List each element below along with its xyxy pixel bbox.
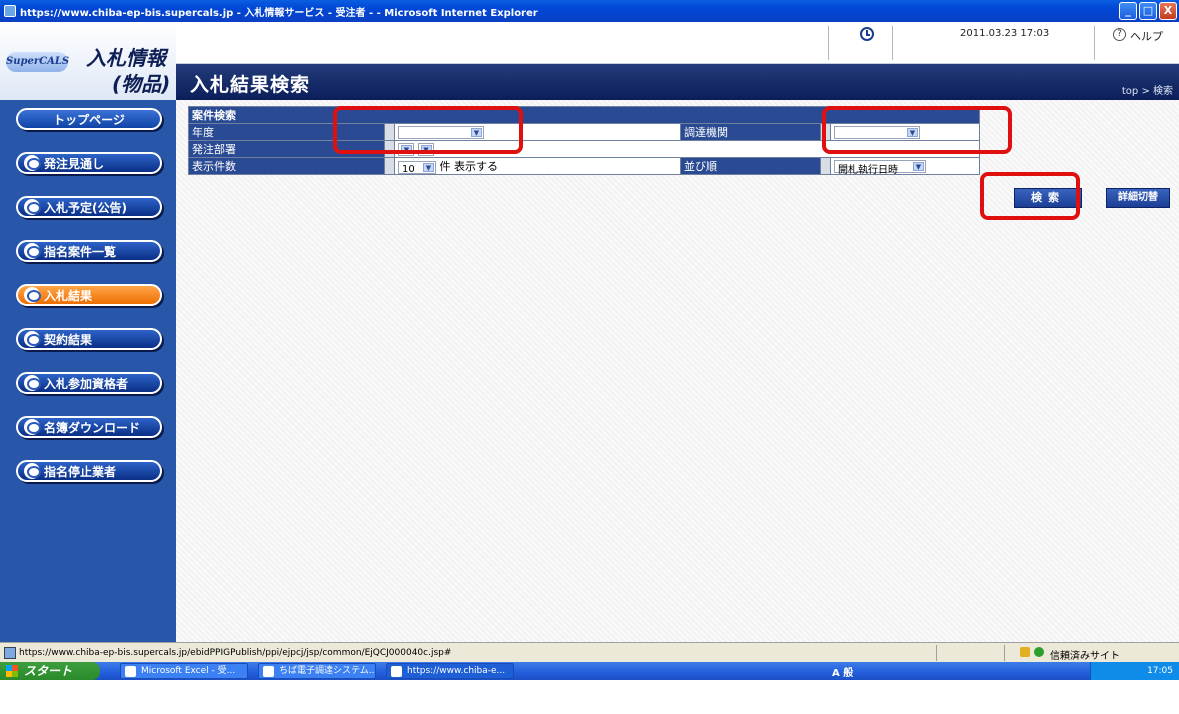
status-bar: https://www.chiba-ep-bis.supercals.jp/eb… bbox=[0, 642, 1179, 662]
sidebar-item-label: トップページ bbox=[53, 112, 125, 127]
sidebar-item-label: 指名案件一覧 bbox=[44, 244, 117, 259]
sidebar-item-label: 入札参加資格者 bbox=[44, 376, 129, 391]
globe-icon bbox=[24, 243, 41, 259]
sidebar-item-bid-schedule[interactable]: 入札予定(公告) bbox=[16, 196, 162, 218]
sidebar-item-label: 入札予定(公告) bbox=[44, 200, 127, 215]
divider bbox=[1094, 26, 1095, 60]
detail-toggle-button[interactable]: 詳細切替 bbox=[1106, 188, 1170, 208]
sidebar-item-label: 指名停止業者 bbox=[44, 464, 117, 479]
help-icon[interactable]: ? bbox=[1113, 28, 1126, 41]
count-label: 表示件数 bbox=[188, 157, 385, 175]
taskbar: スタート Microsoft Excel - 受... ちば電子調達システム..… bbox=[0, 662, 1179, 714]
maximize-button[interactable]: □ bbox=[1139, 2, 1157, 20]
agency-label: 調達機関 bbox=[680, 123, 821, 141]
divider bbox=[892, 26, 893, 60]
ie-icon bbox=[263, 666, 274, 677]
highlight-year bbox=[333, 106, 523, 154]
lock-icon bbox=[1020, 647, 1030, 657]
sidebar-item-list-download[interactable]: 名簿ダウンロード bbox=[16, 416, 162, 438]
sidebar-item-contract-results[interactable]: 契約結果 bbox=[16, 328, 162, 350]
highlight-search bbox=[980, 172, 1080, 220]
globe-icon bbox=[24, 287, 41, 303]
sidebar-item-top-page[interactable]: トップページ bbox=[16, 108, 162, 130]
clock-icon bbox=[860, 27, 874, 41]
globe-icon bbox=[24, 331, 41, 347]
globe-icon bbox=[24, 199, 41, 215]
sort-label: 並び順 bbox=[680, 157, 821, 175]
sidebar-item-nominated-list[interactable]: 指名案件一覧 bbox=[16, 240, 162, 262]
logo-title: 入札情報 bbox=[86, 46, 166, 70]
sidebar-item-label: 名簿ダウンロード bbox=[44, 420, 141, 435]
highlight-agency bbox=[822, 106, 1012, 154]
sidebar-item-bid-results[interactable]: 入札結果 bbox=[16, 284, 162, 306]
ime-indicator[interactable]: A 般 bbox=[832, 664, 853, 679]
chevron-down-icon: ▼ bbox=[423, 162, 434, 172]
globe-icon bbox=[24, 419, 41, 435]
sidebar-item-label: 契約結果 bbox=[44, 332, 93, 347]
chevron-down-icon: ▼ bbox=[913, 161, 924, 171]
logo-subtitle: (物品) bbox=[112, 72, 171, 96]
count-suffix: 件 表示する bbox=[439, 160, 499, 173]
minimize-button[interactable]: _ bbox=[1119, 2, 1137, 20]
page-title: 入札結果検索 bbox=[190, 74, 311, 96]
sort-select[interactable]: 開札執行日時 ▼ bbox=[834, 159, 926, 176]
ie-icon bbox=[4, 5, 16, 17]
title-band: 入札結果検索 top > 検索 bbox=[176, 64, 1179, 100]
page-icon bbox=[4, 646, 16, 659]
sidebar-item-label: 入札結果 bbox=[44, 288, 93, 303]
window-title: https://www.chiba-ep-bis.supercals.jp - … bbox=[20, 7, 538, 19]
globe-icon bbox=[24, 463, 41, 479]
sidebar-item-suspended-vendors[interactable]: 指名停止業者 bbox=[16, 460, 162, 482]
ie-icon bbox=[391, 666, 402, 677]
sidebar-item-order-outlook[interactable]: 発注見通し bbox=[16, 152, 162, 174]
start-button[interactable]: スタート bbox=[0, 662, 100, 680]
windows-icon bbox=[6, 665, 18, 677]
logo: SuperCALS 入札情報 (物品) bbox=[0, 22, 176, 100]
task-excel[interactable]: Microsoft Excel - 受... bbox=[120, 663, 248, 679]
status-url: https://www.chiba-ep-bis.supercals.jp/eb… bbox=[19, 647, 452, 658]
help-link[interactable]: ヘルプ bbox=[1130, 28, 1163, 44]
sidebar: トップページ 発注見通し 入札予定(公告) 指名案件一覧 入札結果 契約結果 入… bbox=[0, 100, 176, 642]
datetime: 2011.03.23 17:03 bbox=[960, 28, 1050, 39]
globe-icon bbox=[24, 375, 41, 391]
task-chiba-system[interactable]: ちば電子調達システム... bbox=[258, 663, 376, 679]
check-icon bbox=[1034, 647, 1044, 657]
zone-label: 信頼済みサイト bbox=[1050, 651, 1120, 662]
close-button[interactable]: X bbox=[1159, 2, 1177, 20]
divider bbox=[828, 26, 829, 60]
count-select[interactable]: 10 ▼ bbox=[398, 160, 436, 175]
globe-icon bbox=[24, 155, 41, 171]
task-browser[interactable]: https://www.chiba-e... bbox=[386, 663, 514, 679]
tray-clock: 17:05 bbox=[1147, 666, 1173, 676]
sidebar-item-qualified-bidders[interactable]: 入札参加資格者 bbox=[16, 372, 162, 394]
sidebar-item-label: 発注見通し bbox=[44, 156, 105, 171]
excel-icon bbox=[125, 666, 136, 677]
system-tray: 17:05 bbox=[1090, 662, 1179, 680]
breadcrumb[interactable]: top > 検索 bbox=[1122, 82, 1173, 97]
supercals-logo: SuperCALS bbox=[6, 52, 69, 72]
window-titlebar[interactable]: https://www.chiba-ep-bis.supercals.jp - … bbox=[0, 0, 1179, 22]
header-bar: 2011.03.23 17:03 ? ヘルプ bbox=[176, 22, 1179, 64]
